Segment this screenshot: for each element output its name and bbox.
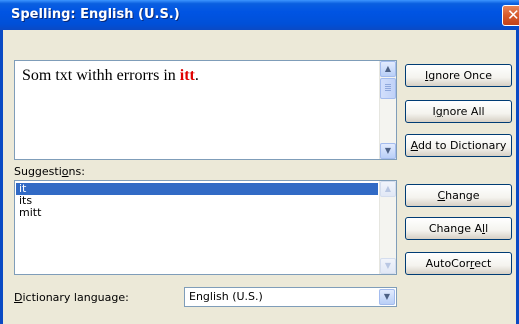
suggestion-item-it[interactable]: it (16, 183, 378, 195)
scroll-up-icon[interactable]: ▲ (380, 181, 396, 197)
suggestions-label-accelerator: o (61, 165, 69, 178)
window-frame-left (0, 30, 3, 324)
change-button[interactable]: Change (405, 184, 512, 207)
chevron-down-icon[interactable]: ▼ (379, 289, 395, 305)
suggestions-label-pre: Suggesti (14, 165, 62, 178)
textbox-scroll-thumb[interactable] (380, 78, 396, 99)
suggestions-scrollbar[interactable]: ▲ ▼ (379, 181, 396, 274)
scroll-down-icon[interactable]: ▼ (380, 143, 396, 159)
add-to-dictionary-button[interactable]: Add to Dictionary (405, 134, 512, 157)
close-button[interactable]: ✕ (502, 5, 519, 26)
ignore-once-label-post: gnore Once (428, 69, 492, 82)
change-label-post: hange (445, 189, 480, 202)
title-bar: Spelling: English (U.S.) ✕ (0, 0, 519, 30)
ignore-all-label-post: nore All (442, 105, 485, 118)
change-all-label-post: l (485, 222, 489, 235)
suggestions-label: Suggestions: (14, 165, 85, 178)
ignore-once-button[interactable]: Ignore Once (405, 64, 512, 87)
spelling-dialog: Spelling: English (U.S.) ✕ Som txt withh… (0, 0, 519, 324)
window-title: Spelling: English (U.S.) (11, 7, 180, 22)
change-all-label-pre: Change A (428, 222, 482, 235)
autocorrect-button[interactable]: AutoCorrect (405, 252, 512, 275)
misspelled-word: itt (179, 67, 195, 84)
dictionary-language-value: English (U.S.) (189, 290, 263, 303)
sentence-text-before: Som txt withh errorrs in (22, 67, 180, 84)
suggestions-listbox[interactable]: it its mitt ▲ ▼ (14, 180, 397, 275)
change-all-button[interactable]: Change All (405, 217, 512, 240)
textbox-scrollbar[interactable]: ▲ ▼ (379, 61, 396, 159)
not-in-dictionary-textbox[interactable]: Som txt withh errorrs in itt. ▲ ▼ (14, 60, 397, 160)
suggestion-item-its[interactable]: its (16, 195, 378, 207)
close-icon: ✕ (507, 6, 519, 24)
scroll-up-icon[interactable]: ▲ (380, 61, 396, 77)
ignore-all-button[interactable]: Ignore All (405, 100, 512, 123)
ignore-all-accelerator: g (435, 105, 443, 118)
sentence-text-after: . (194, 67, 199, 84)
suggestion-item-mitt[interactable]: mitt (16, 207, 378, 219)
dictionary-language-label-post: ictionary language: (22, 291, 129, 304)
change-accelerator: C (437, 189, 446, 202)
suggestions-label-post: ns: (68, 165, 85, 178)
dictionary-language-label: Dictionary language: (14, 291, 129, 304)
add-to-dictionary-label-post: dd to Dictionary (417, 139, 507, 152)
dictionary-language-select[interactable]: English (U.S.) ▼ (184, 287, 397, 307)
sentence-text: Som txt withh errorrs in itt. (22, 67, 199, 85)
scroll-down-icon[interactable]: ▼ (380, 258, 396, 274)
autocorrect-label-post: ect (474, 257, 492, 270)
autocorrect-label-pre: AutoCor (425, 257, 470, 270)
add-to-dictionary-accelerator: A (410, 139, 418, 152)
